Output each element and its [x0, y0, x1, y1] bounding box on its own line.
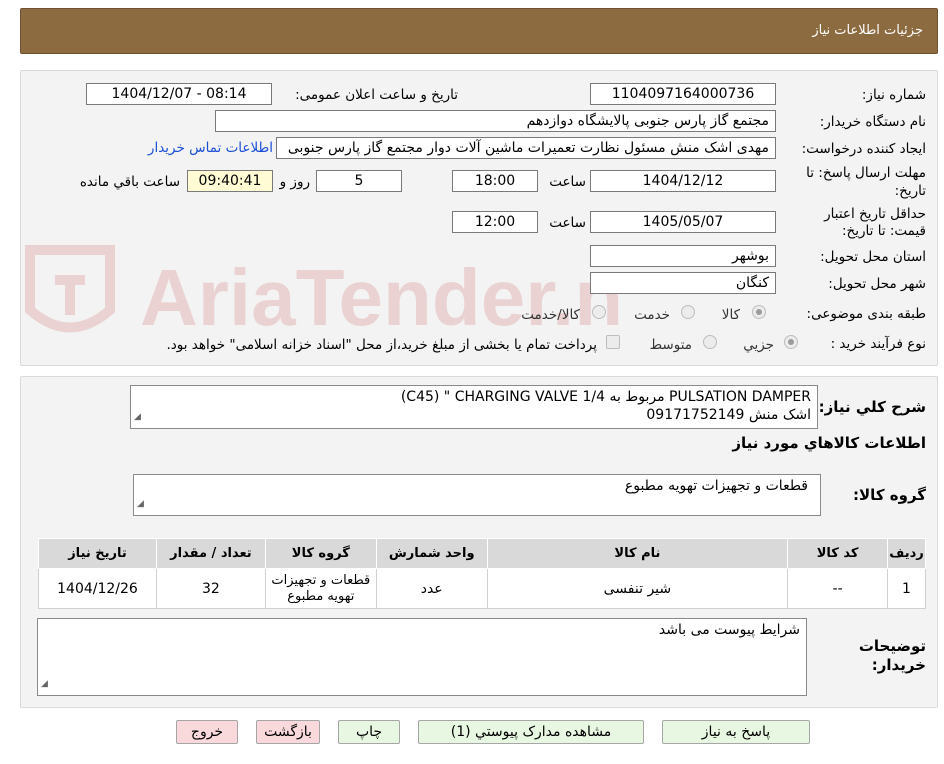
announce-label: تاریخ و ساعت اعلان عمومی:	[295, 87, 458, 103]
creator-field: مهدی اشک منش مسئول نظارت تعمیرات ماشین آ…	[276, 137, 776, 159]
resize-grip-icon: ◢	[41, 679, 48, 689]
description-field: (C45) " CHARGING VALVE 1/4 مربوط به PULS…	[130, 385, 818, 429]
validity-time-field: 12:00	[452, 211, 538, 233]
col-quantity: تعداد / مقدار	[156, 538, 266, 569]
cell-group: قطعات و تجهیزات تهویه مطبوع	[264, 568, 377, 609]
goods-section-title: اطلاعات کالاهاي مورد نياز	[732, 434, 926, 452]
process-medium-label: متوسط	[649, 337, 692, 353]
table-row: 1 -- شیر تنفسی عدد قطعات و تجهیزات تهویه…	[38, 568, 926, 609]
watermark-text: AriaTender.neT	[140, 253, 620, 342]
description-line-2: اشک منش 09171752149	[646, 407, 811, 423]
description-line-1: (C45) " CHARGING VALVE 1/4 مربوط به PULS…	[400, 389, 811, 405]
buyer-label: نام دستگاه خریدار:	[819, 114, 926, 130]
description-label: شرح کلي نياز:	[818, 398, 926, 416]
buyer-notes-field: شرایط پیوست می باشد ◢	[37, 618, 807, 696]
city-field: کنگان	[590, 272, 776, 294]
buyer-notes-value: شرایط پیوست می باشد	[658, 622, 800, 638]
category-goods-label: کالا	[721, 307, 740, 323]
category-goods-service-radio[interactable]	[592, 305, 606, 319]
deadline-date-field: 1404/12/12	[590, 170, 776, 192]
category-goods-service-label: کالا/خدمت	[521, 307, 580, 323]
view-attachments-button[interactable]: مشاهده مدارک پیوستي (1)	[418, 720, 644, 744]
table-header-row: ردیف کد کالا نام کالا واحد شمارش گروه کا…	[38, 538, 926, 569]
col-item-name: نام کالا	[486, 538, 789, 569]
cell-row-number: 1	[887, 568, 926, 609]
goods-group-label: گروه کالا:	[853, 486, 926, 504]
deadline-time-field: 18:00	[452, 170, 538, 192]
category-goods-radio[interactable]	[752, 305, 766, 319]
treasury-payment-checkbox[interactable]	[606, 335, 620, 349]
province-field: بوشهر	[590, 245, 776, 267]
need-number-field: 1104097164000736	[590, 83, 776, 105]
resize-grip-icon: ◢	[137, 499, 144, 509]
resize-grip-icon: ◢	[134, 412, 141, 422]
col-row-number: ردیف	[887, 538, 926, 569]
deadline-label-line1: مهلت ارسال پاسخ: تا	[806, 165, 926, 181]
category-service-label: خدمت	[634, 307, 670, 323]
validity-label-line1: حداقل تاریخ اعتبار	[824, 206, 926, 222]
process-minor-label: جزیي	[743, 337, 774, 353]
cell-need-date: 1404/12/26	[38, 568, 157, 609]
buyer-notes-label-line1: توضیحات	[858, 637, 926, 655]
days-and-label: روز و	[279, 174, 310, 190]
print-button[interactable]: چاپ	[338, 720, 400, 744]
remaining-time-label: ساعت باقي مانده	[79, 174, 180, 190]
deadline-time-label: ساعت	[549, 174, 586, 190]
back-button[interactable]: بازگشت	[256, 720, 320, 744]
process-label: نوع فرآیند خرید :	[830, 336, 926, 352]
validity-time-label: ساعت	[549, 215, 586, 231]
deadline-label-line2: تاریخ:	[894, 183, 926, 199]
buyer-field: مجتمع گاز پارس جنوبی پالایشگاه دوازدهم	[215, 110, 776, 132]
city-label: شهر محل تحویل:	[828, 276, 926, 292]
exit-button[interactable]: خروج	[176, 720, 238, 744]
goods-group-value: قطعات و تجهیزات تهویه مطبوع	[624, 478, 808, 494]
process-minor-radio[interactable]	[784, 335, 798, 349]
col-unit: واحد شمارش	[375, 538, 488, 569]
need-number-label: شماره نیاز:	[861, 87, 926, 103]
category-service-radio[interactable]	[681, 305, 695, 319]
days-remaining-field: 5	[316, 170, 402, 192]
page-header: جزئیات اطلاعات نیاز	[20, 8, 938, 54]
validity-date-field: 1405/05/07	[590, 211, 776, 233]
col-need-date: تاریخ نیاز	[38, 538, 157, 569]
treasury-payment-note: پرداخت تمام یا بخشی از مبلغ خرید،از محل …	[166, 337, 597, 353]
province-label: استان محل تحویل:	[820, 249, 926, 265]
page-title: جزئیات اطلاعات نیاز	[812, 23, 923, 38]
col-group: گروه کالا	[264, 538, 377, 569]
goods-group-field: قطعات و تجهیزات تهویه مطبوع ◢	[133, 474, 821, 516]
creator-label: ایجاد کننده درخواست:	[801, 141, 926, 157]
process-medium-radio[interactable]	[703, 335, 717, 349]
announce-field: 1404/12/07 - 08:14	[86, 83, 272, 105]
buyer-notes-label-line2: خریدار:	[871, 656, 926, 674]
goods-table: ردیف کد کالا نام کالا واحد شمارش گروه کا…	[38, 538, 926, 609]
cell-unit: عدد	[375, 568, 488, 609]
cell-item-name: شیر تنفسی	[486, 568, 789, 609]
category-label: طبقه بندی موضوعی:	[806, 306, 926, 322]
watermark-logo: AriaTender.neT	[25, 245, 620, 342]
cell-quantity: 32	[156, 568, 266, 609]
buyer-contact-link[interactable]: اطلاعات تماس خریدار	[148, 140, 273, 156]
reply-button[interactable]: پاسخ به نیاز	[662, 720, 810, 744]
remaining-time-field: 09:40:41	[187, 170, 273, 192]
col-item-code: کد کالا	[787, 538, 889, 569]
cell-item-code: --	[787, 568, 889, 609]
validity-label-line2: قیمت: تا تاریخ:	[842, 223, 926, 239]
